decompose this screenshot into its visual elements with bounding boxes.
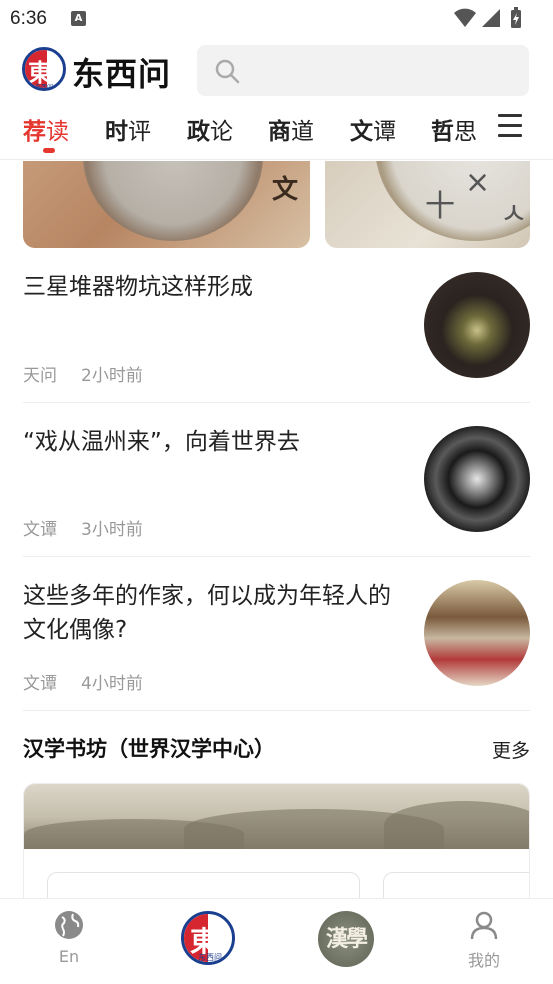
news-source: 天问 [23, 366, 57, 386]
status-time: 6:36 [10, 8, 47, 29]
battery-icon [511, 7, 521, 28]
category-tabs: 荐读 时评 政论 商道 文谭 哲思 [0, 100, 553, 160]
app-header: 東 东西问 东西问 [0, 38, 553, 100]
news-thumbnail [424, 580, 530, 686]
nav-home-logo-icon[interactable]: 東 东西问 [181, 911, 235, 965]
news-item[interactable]: 这些多年的作家，何以成为年轻人的文化偶像? 文谭 4小时前 [23, 557, 530, 711]
news-time: 4小时前 [81, 674, 143, 694]
notification-icon: A [71, 11, 86, 26]
tab-politics[interactable]: 政论 [187, 112, 233, 146]
news-item[interactable]: “戏从温州来”，向着世界去 文谭 3小时前 [23, 403, 530, 557]
news-time: 2小时前 [81, 366, 143, 386]
news-meta: 文谭 3小时前 [23, 515, 143, 540]
wifi-icon [454, 8, 476, 27]
user-icon [470, 911, 498, 940]
active-tab-indicator [43, 148, 55, 153]
nav-logo-mini: 东西问 [198, 953, 222, 962]
logo-text: 东西问 [72, 55, 172, 93]
search-icon [215, 59, 240, 84]
section-title: 汉学书坊（世界汉学中心） [23, 737, 275, 761]
logo-emblem-icon: 東 东西问 [22, 47, 66, 91]
tab-commentary[interactable]: 时评 [105, 112, 151, 146]
nav-english-label: En [58, 947, 80, 966]
rune-glyph-icon: ㅅ [500, 197, 528, 232]
news-thumbnail [424, 426, 530, 532]
book-banner-image [24, 784, 529, 849]
news-title: “戏从温州来”，向着世界去 [23, 429, 300, 455]
banner-image-left[interactable]: 文 [23, 161, 310, 248]
nav-sinology-icon[interactable]: 漢學 [318, 911, 374, 967]
nav-mine-label: 我的 [467, 951, 500, 970]
news-time: 3小时前 [81, 520, 143, 540]
search-input[interactable] [197, 45, 529, 96]
news-meta: 天问 2小时前 [23, 361, 143, 386]
logo-mini-text: 东西问 [35, 84, 54, 91]
globe-icon [55, 911, 83, 939]
nav-mine[interactable]: 我的 [439, 909, 529, 971]
news-title: 这些多年的作家，何以成为年轻人的文化偶像? [23, 583, 391, 643]
tab-philosophy[interactable]: 哲思 [431, 112, 477, 146]
tab-business[interactable]: 商道 [268, 112, 314, 146]
news-item[interactable]: 三星堆器物坑这样形成 天问 2小时前 [23, 248, 530, 403]
news-title: 三星堆器物坑这样形成 [23, 274, 253, 300]
more-link[interactable]: 更多 [492, 736, 530, 763]
tab-culture[interactable]: 文谭 [350, 112, 396, 146]
news-meta: 文谭 4小时前 [23, 669, 143, 694]
book-section-card[interactable] [23, 783, 530, 903]
banner-char: 文 [271, 175, 298, 205]
news-source: 文谭 [23, 520, 57, 540]
news-thumbnail [424, 272, 530, 378]
app-logo[interactable]: 東 东西问 东西问 [22, 47, 177, 93]
banner-image-right[interactable]: 十 × ㅅ [325, 161, 530, 248]
tab-recommended[interactable]: 荐读 [23, 112, 69, 146]
section-header: 汉学书坊（世界汉学中心） 更多 [23, 733, 530, 763]
status-bar: 6:36 A [0, 0, 553, 38]
rune-glyph-icon: × [465, 165, 491, 200]
nav-english[interactable]: En [24, 909, 114, 966]
signal-icon [482, 9, 500, 27]
menu-icon[interactable] [498, 114, 522, 138]
bottom-navigation: En 東 东西问 漢學 我的 [0, 898, 553, 984]
news-source: 文谭 [23, 674, 57, 694]
rune-glyph-icon: 十 [425, 189, 455, 224]
